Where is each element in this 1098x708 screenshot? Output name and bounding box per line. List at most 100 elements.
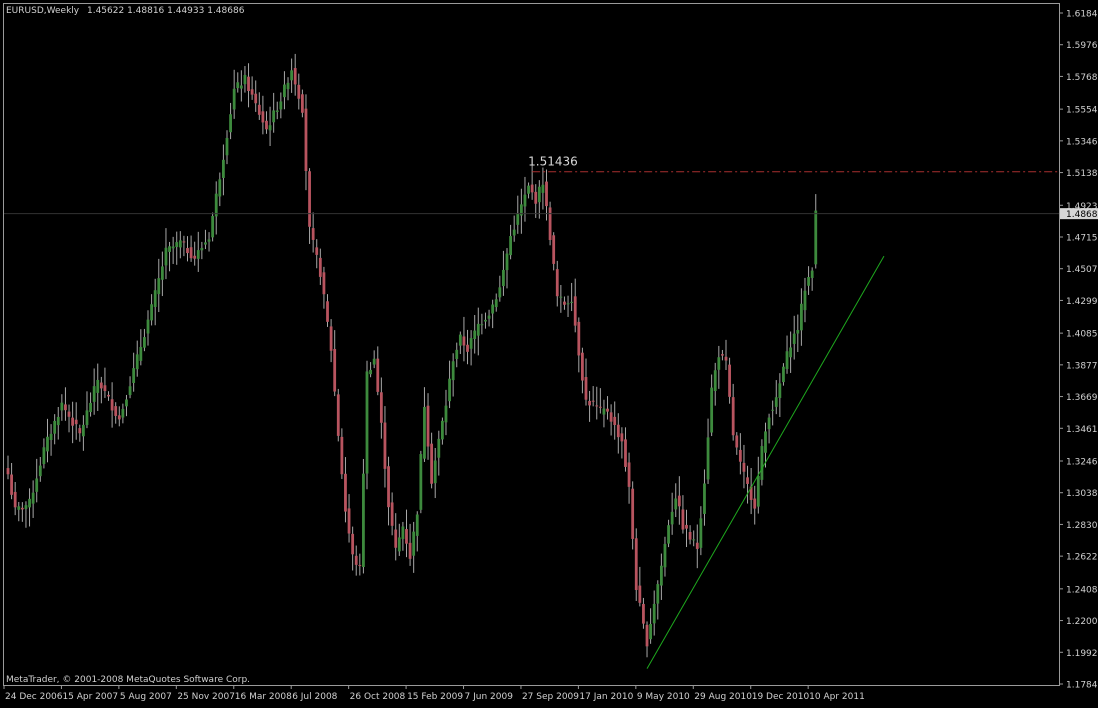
candle-body (78, 428, 82, 434)
candle-body (369, 369, 372, 375)
candle-body (114, 406, 118, 416)
candle-body (523, 194, 527, 207)
y-tick-label: 1.28305 (1066, 521, 1098, 531)
candle-body (663, 543, 667, 568)
candle-body (724, 356, 728, 361)
candle-body (239, 85, 243, 89)
candle-body (229, 114, 232, 133)
y-tick-label: 1.53460 (1066, 137, 1098, 147)
candle-body (807, 277, 810, 286)
y-tick-label: 1.61845 (1066, 10, 1098, 20)
candle-body (135, 354, 139, 370)
candle-body (731, 397, 735, 436)
x-tick-label: 19 Dec 2010 (752, 692, 810, 702)
candle-body (308, 171, 311, 227)
x-tick-label: 10 Apr 2011 (809, 692, 865, 702)
candle-body (53, 420, 57, 434)
copyright-text: MetaTrader, © 2001-2008 MetaQuotes Softw… (6, 675, 250, 685)
candle-body (455, 349, 459, 359)
y-tick-label: 1.59765 (1066, 41, 1098, 51)
candle-body (652, 603, 656, 624)
x-tick-label: 25 Nov 2007 (177, 692, 235, 702)
candle-body (588, 400, 591, 406)
candle-body (782, 366, 785, 383)
candle-body (304, 108, 308, 172)
chart-window[interactable]: 1.51436 1.61845 1.59765 1.57685 1.55540 1.53… (0, 0, 1098, 704)
candle-body (67, 411, 71, 417)
candle-body (584, 377, 588, 400)
candle-body (340, 436, 344, 475)
candle-body (372, 358, 376, 365)
candle-body (502, 269, 505, 287)
candle-body (186, 248, 189, 254)
candle-body (717, 357, 721, 370)
candle-body (275, 110, 279, 112)
candle-body (171, 246, 175, 249)
candle-body (480, 324, 484, 326)
x-tick-label: 29 Aug 2010 (694, 692, 752, 702)
candle-body (132, 368, 136, 383)
x-tick-label: 7 Jun 2009 (465, 692, 514, 702)
candle-body (261, 111, 265, 123)
candle-body (254, 93, 258, 104)
candle-body (767, 417, 771, 430)
candle-body (96, 379, 100, 393)
y-tick-label: 1.32465 (1066, 457, 1098, 467)
y-tick-label: 1.34610 (1066, 425, 1098, 435)
candle-body (430, 443, 434, 484)
candle-body (222, 159, 225, 178)
candle-body (46, 436, 49, 452)
candle-body (153, 290, 157, 307)
y-tick-label: 1.17840 (1066, 681, 1098, 691)
candle-body (738, 449, 742, 462)
candle-body (344, 473, 347, 512)
x-tick-label: 17 Jan 2010 (579, 692, 633, 702)
candle-body (42, 447, 46, 465)
candle-body (746, 477, 749, 484)
candle-body (699, 518, 703, 548)
candle-body (390, 502, 394, 526)
candle-body (49, 433, 53, 441)
candle-body (85, 410, 89, 425)
candle-body (74, 419, 78, 425)
y-tick-label: 1.42995 (1066, 297, 1098, 307)
candle-body (796, 329, 800, 334)
candle-body (451, 361, 455, 381)
candle-body (753, 498, 757, 509)
candle-body (433, 460, 437, 484)
candle-body (257, 104, 261, 115)
candle-body (283, 84, 286, 98)
candle-body (200, 247, 204, 251)
y-tick-label: 1.45075 (1066, 265, 1098, 275)
candle-body (681, 509, 685, 530)
chart-title: EURUSD,Weekly 1.45622 1.48816 1.44933 1.… (6, 6, 245, 16)
candle-body (35, 478, 39, 492)
candle-body (448, 378, 451, 402)
candle-body (250, 89, 254, 95)
candle-body (638, 585, 642, 603)
candle-body (624, 439, 627, 467)
price-chart[interactable]: 1.51436 1.61845 1.59765 1.57685 1.55540 1.53… (0, 0, 1098, 704)
candle-body (293, 68, 297, 85)
candle-body (362, 473, 365, 568)
x-tick-label: 16 Mar 2008 (235, 692, 292, 702)
candle-body (505, 253, 509, 271)
candle-body (713, 370, 717, 392)
candle-body (491, 304, 495, 314)
candle-body (545, 181, 548, 207)
candle-body (365, 371, 369, 474)
candle-body (125, 399, 128, 407)
candle-body (358, 565, 362, 567)
candle-body (128, 386, 132, 396)
candle-body (146, 319, 150, 334)
candle-body (387, 466, 390, 508)
candle-body (311, 228, 315, 240)
candle-body (279, 101, 283, 110)
candle-body (225, 137, 229, 156)
ohlc-values: 1.45622 1.48816 1.44933 1.48686 (87, 6, 245, 16)
x-tick-label: 15 Apr 2007 (62, 692, 118, 702)
candle-body (634, 538, 638, 591)
candle-body (297, 84, 301, 99)
candle-body (760, 446, 764, 480)
candle-body (606, 408, 609, 412)
